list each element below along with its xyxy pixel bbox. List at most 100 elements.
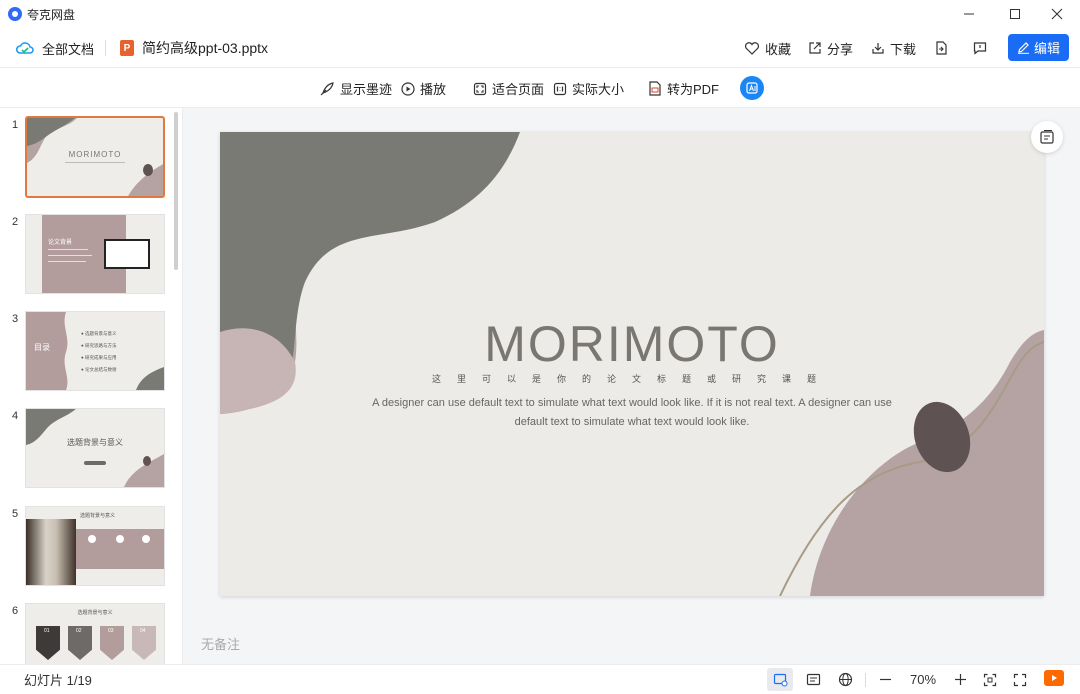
thumbnail-number: 6	[12, 605, 19, 617]
edit-button[interactable]: 编辑	[1008, 34, 1069, 61]
thumbnail-number: 2	[12, 216, 19, 228]
slide-thumbnail-3[interactable]: 目录 ● 选题背景与意义 ● 研究思路与方法 ● 研究成果与应用 ● 论文总结与…	[25, 311, 165, 391]
slide-thumbnail-6[interactable]: 选题背景与意义 01 02 03 04	[25, 603, 165, 664]
actual-size-button[interactable]: 实际大小	[553, 69, 624, 108]
share-label: 分享	[827, 41, 854, 57]
fullscreen-icon	[1013, 673, 1027, 686]
feature-icon	[116, 535, 124, 543]
thumbnail-artwork	[26, 409, 164, 487]
save-to-cloud-button[interactable]	[934, 28, 948, 68]
slide-subtitle: 这里可以是你的论文标题或研究课题	[431, 374, 832, 384]
feedback-icon	[973, 42, 987, 55]
document-header: 全部文档 P 简约高级ppt-03.pptx 收藏 分享 下载	[0, 28, 1080, 68]
play-icon	[1052, 675, 1057, 681]
thumbnail-title: 论文背景	[48, 240, 73, 246]
normal-view-button[interactable]	[767, 668, 793, 691]
heart-icon	[744, 42, 760, 55]
divider	[865, 673, 866, 687]
notes-view-icon	[806, 673, 820, 686]
file-title: P 简约高级ppt-03.pptx	[120, 28, 268, 68]
thumbnail-text-line	[48, 255, 92, 256]
download-icon	[872, 43, 884, 54]
convert-pdf-label: 转为PDF	[667, 82, 720, 97]
maximize-icon	[1010, 9, 1020, 19]
fit-page-button[interactable]: 适合页面	[473, 69, 544, 108]
notes-placeholder[interactable]: 无备注	[201, 634, 240, 653]
show-ink-label: 显示墨迹	[340, 82, 393, 97]
ai-icon	[746, 82, 758, 94]
all-docs-button[interactable]: 全部文档	[16, 28, 94, 68]
tag-label: 03	[108, 628, 114, 634]
thumbnail-title: 目录	[34, 343, 50, 352]
slide-thumbnail-2[interactable]: 论文背景	[25, 214, 165, 294]
play-circle-icon	[401, 81, 415, 96]
laptop-image	[104, 239, 150, 269]
play-label: 播放	[420, 82, 447, 97]
all-docs-label: 全部文档	[42, 41, 95, 57]
slide-body-text: A designer can use default text to simul…	[372, 397, 892, 428]
ai-assistant-button[interactable]	[740, 76, 764, 100]
app-title: 夸克网盘	[27, 8, 76, 22]
title-bar: 夸克网盘	[0, 0, 1080, 28]
slide-counter: 幻灯片 1/19	[24, 673, 92, 688]
thumbnail-text-line	[48, 249, 88, 250]
close-button[interactable]	[1034, 0, 1080, 28]
zoom-in-button[interactable]	[952, 665, 968, 694]
play-button[interactable]: 播放	[401, 69, 446, 108]
close-icon	[1051, 8, 1063, 20]
file-import-icon	[936, 41, 947, 55]
thumbnail-line	[65, 162, 125, 163]
slide-thumbnail-1[interactable]: MORIMOTO	[25, 116, 165, 198]
slide-tools-button[interactable]	[1031, 121, 1063, 153]
current-slide[interactable]: MORIMOTO 这里可以是你的论文标题或研究课题 A designer can…	[220, 132, 1044, 596]
download-button[interactable]: 下载	[871, 28, 916, 68]
thumbnail-title: 选题背景与意义	[77, 610, 113, 616]
thumbnail-number: 4	[12, 410, 19, 422]
web-view-button[interactable]	[836, 665, 854, 694]
feedback-button[interactable]	[973, 28, 987, 68]
maximize-button[interactable]	[992, 0, 1038, 28]
actual-size-label: 实际大小	[572, 82, 625, 97]
zoom-level[interactable]: 70%	[910, 665, 936, 694]
tag-label: 04	[140, 628, 146, 634]
file-name: 简约高级ppt-03.pptx	[142, 40, 269, 56]
minus-icon	[879, 678, 891, 681]
fit-window-button[interactable]	[982, 665, 998, 694]
feature-icon	[142, 535, 150, 543]
zoom-out-button[interactable]	[877, 665, 893, 694]
share-button[interactable]: 分享	[808, 28, 853, 68]
plus-icon	[954, 674, 966, 685]
fullscreen-button[interactable]	[1012, 665, 1028, 694]
favorite-button[interactable]: 收藏	[744, 28, 791, 68]
cloud-icon	[16, 42, 34, 54]
view-toolbar: 显示墨迹 播放 适合页面 实际大小 转为PDF	[0, 69, 1080, 108]
toc-item: ● 选题背景与意义	[81, 331, 117, 336]
sidebar-scrollbar[interactable]	[174, 112, 178, 270]
slide-canvas-area: MORIMOTO 这里可以是你的论文标题或研究课题 A designer can…	[183, 108, 1080, 664]
download-label: 下载	[890, 41, 917, 57]
notes-view-button[interactable]	[804, 665, 822, 694]
convert-pdf-button[interactable]: 转为PDF	[648, 69, 719, 108]
favorite-label: 收藏	[765, 41, 792, 57]
slide-thumbnail-4[interactable]: 选题背景与意义	[25, 408, 165, 488]
slideshow-play-button[interactable]	[1044, 670, 1064, 686]
minimize-button[interactable]	[946, 0, 992, 28]
pencil-icon	[1017, 42, 1029, 54]
toc-item: ● 研究成果与应用	[81, 355, 117, 360]
minimize-icon	[964, 13, 974, 15]
divider	[105, 40, 106, 56]
slide-title: MORIMOTO	[484, 316, 780, 372]
toc-item: ● 研究思路与方法	[81, 343, 117, 348]
slide-thumbnail-5[interactable]: 选题背景与意义	[25, 506, 165, 586]
normal-view-icon	[773, 673, 787, 686]
fit-page-icon	[473, 82, 487, 95]
fit-page-label: 适合页面	[492, 82, 545, 97]
show-ink-button[interactable]: 显示墨迹	[320, 69, 392, 108]
ink-pen-icon	[320, 82, 334, 96]
thumbnail-toc: ● 选题背景与意义 ● 研究思路与方法 ● 研究成果与应用 ● 论文总结与致谢	[81, 328, 116, 376]
slides-list-icon	[1040, 129, 1054, 144]
actual-size-icon	[553, 82, 567, 95]
slide-thumbnail-panel: 1 MORIMOTO 2 论文背景 3 目录 ● 选题背景与意义 ● 研究思路与…	[0, 108, 183, 664]
thumbnail-number: 5	[12, 508, 19, 520]
edit-label: 编辑	[1033, 41, 1060, 56]
